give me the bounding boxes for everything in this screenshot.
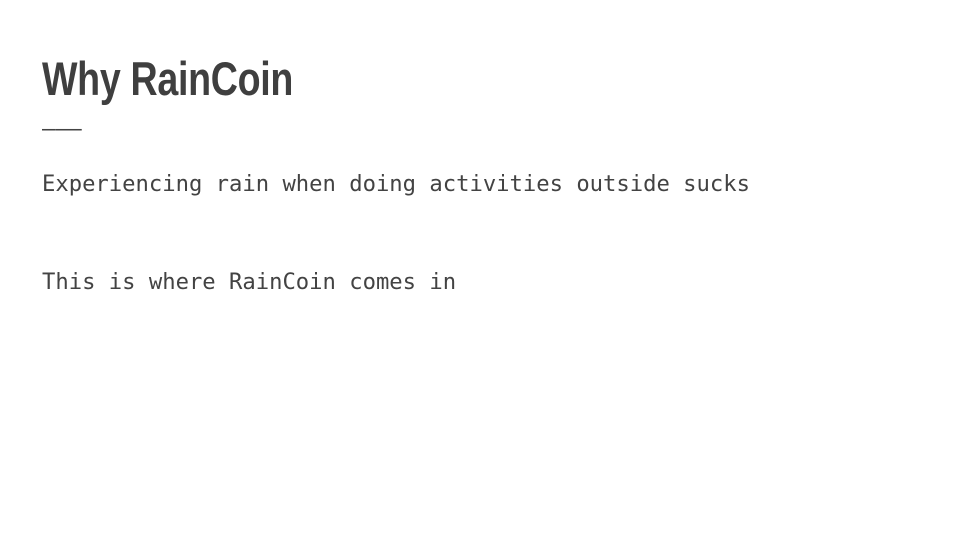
slide-body: Experiencing rain when doing activities … (42, 160, 922, 307)
page-title: Why RainCoin (42, 52, 293, 105)
body-paragraph-2: This is where RainCoin comes in (42, 269, 457, 295)
body-paragraph-1: Experiencing rain when doing activities … (42, 171, 750, 197)
slide-canvas: Why RainCoin ——— Experiencing rain when … (0, 0, 960, 540)
title-divider: ——— (42, 117, 82, 142)
